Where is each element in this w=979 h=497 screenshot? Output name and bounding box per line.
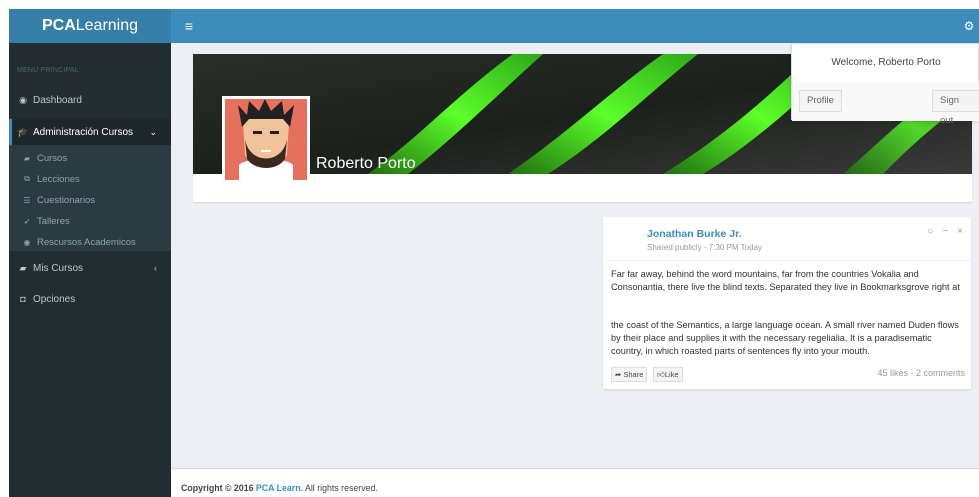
top-navbar: PCALearning ≡ ⚙ <box>9 9 979 43</box>
sidebar: MENU PRINCIPAL ◉ Dashboard 🎓 Administrac… <box>9 43 171 497</box>
chevron-left-icon: ‹ <box>154 263 157 273</box>
sidebar-item-administracion-cursos[interactable]: 🎓 Administración Cursos ⌄ <box>9 119 171 145</box>
dashboard-icon: ◉ <box>19 94 27 105</box>
minus-icon[interactable]: − <box>942 226 948 237</box>
book-icon: ▰ <box>23 153 31 163</box>
profile-button[interactable]: Profile <box>799 90 842 112</box>
user-dropdown-footer: Profile Sign out <box>792 82 979 126</box>
circle-icon[interactable]: ○ <box>927 226 933 237</box>
submenu-item-label: Lecciones <box>37 173 80 185</box>
graduation-cap-icon: 🎓 <box>17 126 29 137</box>
sidebar-item-dashboard[interactable]: ◉ Dashboard <box>9 93 171 107</box>
thumbs-up-icon: 👍︎ <box>657 370 665 379</box>
post-meta: Shared publicly - 7:30 PM Today <box>647 243 763 252</box>
close-icon[interactable]: × <box>957 226 963 237</box>
sidebar-item-label: Mis Cursos <box>33 262 84 274</box>
post-counts: 45 likes - 2 comments <box>877 368 965 378</box>
submenu-item-lecciones[interactable]: ⧉ Lecciones <box>9 172 171 186</box>
share-button[interactable]: ➦ Share <box>611 367 648 382</box>
sidebar-item-opciones[interactable]: ◘ Opciones <box>9 292 171 306</box>
cubes-icon: ◘ <box>20 294 26 304</box>
sidebar-toggle-button[interactable]: ≡ <box>179 9 199 43</box>
footer-link[interactable]: PCA Learn. <box>256 483 303 493</box>
clone-icon: ⧉ <box>24 174 30 183</box>
chevron-down-icon: ⌄ <box>149 126 157 137</box>
post-paragraph: Far far away, behind the word mountains,… <box>611 269 960 292</box>
sidebar-item-label: Administración Cursos <box>33 126 134 138</box>
post-box: Jonathan Burke Jr. Shared publicly - 7:3… <box>603 217 971 389</box>
sidebar-item-label: Dashboard <box>33 94 82 106</box>
sidebar-header: MENU PRINCIPAL <box>17 67 79 74</box>
list-icon: ☰ <box>23 195 31 205</box>
post-footer: ➦ Share 👍︎Like 45 likes - 2 comments <box>611 367 965 383</box>
sign-out-button[interactable]: Sign out <box>932 90 979 126</box>
post-paragraph: the coast of the Semantics, a large lang… <box>611 320 959 356</box>
page-footer: Copyright © 2016 PCA Learn. All rights r… <box>171 468 979 497</box>
post-header: Jonathan Burke Jr. Shared publicly - 7:3… <box>603 217 971 261</box>
welcome-message: Welcome, Roberto Porto <box>831 57 941 68</box>
submenu-administracion-cursos: ▰ Cursos ⧉ Lecciones ☰ Cuestionarios ➶ T… <box>9 145 171 251</box>
sidebar-item-label: Opciones <box>33 293 76 305</box>
circle-icon: ◉ <box>23 237 31 247</box>
profile-name: Roberto Porto <box>316 155 416 172</box>
like-label: Like <box>664 370 679 379</box>
submenu-item-talleres[interactable]: ➶ Talleres <box>9 214 171 228</box>
submenu-item-label: Rescursos Academicos <box>37 236 136 248</box>
submenu-item-recursos-academicos[interactable]: ◉ Rescursos Academicos <box>9 235 171 249</box>
post-tools: ○ − × <box>927 226 963 237</box>
like-button[interactable]: 👍︎Like <box>653 367 683 382</box>
book-icon: ▰ <box>19 262 27 273</box>
submenu-item-cuestionarios[interactable]: ☰ Cuestionarios <box>9 193 171 207</box>
user-dropdown-menu: Welcome, Roberto Porto Profile Sign out <box>791 43 979 126</box>
app-logo[interactable]: PCALearning <box>9 9 171 43</box>
share-label: Share <box>623 370 644 379</box>
submenu-item-label: Talleres <box>37 215 70 227</box>
sidebar-item-mis-cursos[interactable]: ▰ Mis Cursos ‹ <box>9 261 171 275</box>
copyright-text: Copyright © 2016 PCA Learn. All rights r… <box>181 483 378 493</box>
gear-icon[interactable]: ⚙ <box>959 9 979 43</box>
post-author[interactable]: Jonathan Burke Jr. <box>647 228 742 240</box>
submenu-item-label: Cursos <box>37 152 68 164</box>
rocket-icon: ➶ <box>23 216 31 226</box>
submenu-item-cursos[interactable]: ▰ Cursos <box>9 151 171 165</box>
profile-avatar <box>222 96 310 183</box>
submenu-item-label: Cuestionarios <box>37 194 96 206</box>
